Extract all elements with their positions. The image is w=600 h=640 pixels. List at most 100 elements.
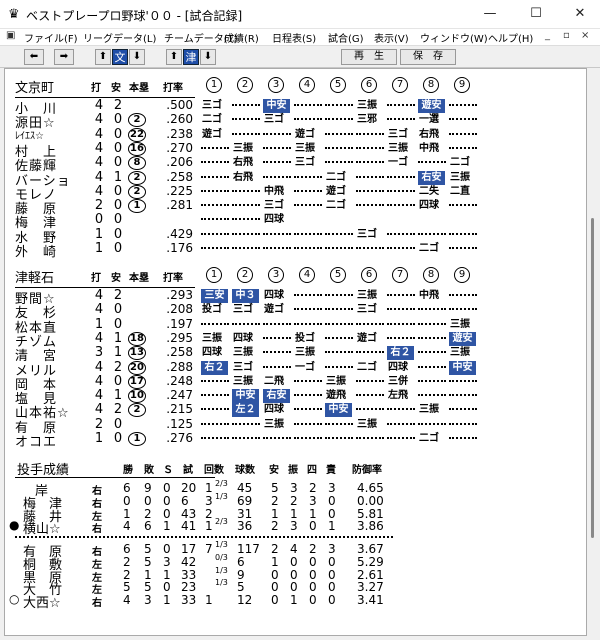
at-bat-result[interactable]: 四球 xyxy=(232,332,260,346)
prev-game-icon[interactable]: ⬅ xyxy=(24,49,44,65)
at-bat-result[interactable]: 三振 xyxy=(387,142,415,156)
at-bat-result[interactable]: 四球 xyxy=(263,403,291,417)
at-bat-result[interactable]: 右安 xyxy=(418,170,445,185)
mdi-minimize-button[interactable]: _ xyxy=(545,30,550,41)
at-bat-result[interactable]: 三振 xyxy=(294,142,322,156)
pitcher-name[interactable]: 大西☆ xyxy=(23,592,61,611)
at-bat-result[interactable]: 三振 xyxy=(232,346,260,360)
at-bat-result[interactable]: 一ゴ xyxy=(387,156,415,170)
at-bat-result[interactable]: 三併 xyxy=(387,375,415,389)
at-bat-result[interactable]: 三邪 xyxy=(356,113,384,127)
at-bat-result[interactable]: 右２ xyxy=(201,360,228,375)
close-button[interactable]: ✕ xyxy=(560,4,600,24)
at-bat-result[interactable]: 投ゴ xyxy=(294,332,322,346)
at-bat-result[interactable]: 二ゴ xyxy=(325,199,353,213)
team2-up-icon[interactable]: ⬆ xyxy=(166,49,182,65)
at-bat-result[interactable]: 三ゴ xyxy=(232,303,260,317)
menu-view[interactable]: 表示(V) xyxy=(374,30,409,45)
mdi-close-button[interactable]: × xyxy=(581,30,589,41)
at-bat-result[interactable]: 投ゴ xyxy=(201,303,229,317)
at-bat-result[interactable]: 二ゴ xyxy=(418,432,446,446)
at-bat-result[interactable]: 遊ゴ xyxy=(325,185,353,199)
at-bat-result[interactable]: 一選 xyxy=(418,113,446,127)
at-bat-result[interactable]: 右飛 xyxy=(232,171,260,185)
next-game-icon[interactable]: ➡ xyxy=(54,49,74,65)
at-bat-result[interactable]: 二失 xyxy=(418,185,446,199)
at-bat-result[interactable]: 左飛 xyxy=(387,389,415,403)
team1-button[interactable]: 文 xyxy=(112,49,128,65)
at-bat-result[interactable]: 二ゴ xyxy=(449,156,477,170)
at-bat-result[interactable]: 三振 xyxy=(232,375,260,389)
at-bat-result[interactable]: 三振 xyxy=(263,418,291,432)
at-bat-result[interactable]: 二直 xyxy=(449,185,477,199)
menu-schedule[interactable]: 日程表(S) xyxy=(272,30,316,45)
at-bat-result[interactable]: 三振 xyxy=(232,142,260,156)
at-bat-result[interactable]: 遊安 xyxy=(418,99,445,113)
team1-up-icon[interactable]: ⬆ xyxy=(95,49,111,65)
menu-game[interactable]: 試合(G) xyxy=(328,30,364,45)
at-bat-result[interactable]: 中安 xyxy=(263,99,290,113)
at-bat-result[interactable]: 三振 xyxy=(356,418,384,432)
save-button[interactable]: 保 存 xyxy=(400,49,456,65)
scroll-thumb[interactable] xyxy=(591,218,594,538)
at-bat-result[interactable]: 四球 xyxy=(263,289,291,303)
menu-stats[interactable]: 成績(R) xyxy=(224,30,259,45)
play-button[interactable]: 再 生 xyxy=(341,49,397,65)
at-bat-result[interactable]: 二ゴ xyxy=(325,171,353,185)
at-bat-result[interactable]: 左２ xyxy=(232,403,259,418)
at-bat-result[interactable]: 四球 xyxy=(418,199,446,213)
at-bat-result[interactable]: 中飛 xyxy=(418,289,446,303)
at-bat-result[interactable]: 右２ xyxy=(387,346,414,361)
at-bat-result[interactable]: 二ゴ xyxy=(418,242,446,256)
at-bat-result[interactable]: 三安 xyxy=(201,289,228,303)
at-bat-result[interactable]: 三振 xyxy=(356,289,384,303)
at-bat-result[interactable]: 一ゴ xyxy=(294,361,322,375)
at-bat-result[interactable]: 三振 xyxy=(325,375,353,389)
team1-down-icon[interactable]: ⬇ xyxy=(129,49,145,65)
at-bat-result[interactable]: 中安 xyxy=(325,403,352,418)
at-bat-result[interactable]: 三ゴ xyxy=(263,113,291,127)
at-bat-result[interactable]: 中飛 xyxy=(418,142,446,156)
pitcher-name[interactable]: 横山☆ xyxy=(23,518,61,537)
at-bat-result[interactable]: 中安 xyxy=(449,360,476,375)
at-bat-result[interactable]: 二飛 xyxy=(263,375,291,389)
at-bat-result[interactable]: 四球 xyxy=(387,361,415,375)
at-bat-result[interactable]: 三ゴ xyxy=(263,199,291,213)
at-bat-result[interactable]: 中飛 xyxy=(263,185,291,199)
at-bat-result[interactable]: 遊ゴ xyxy=(356,332,384,346)
at-bat-result[interactable]: 中安 xyxy=(232,389,259,404)
at-bat-result[interactable]: 遊安 xyxy=(449,331,476,346)
at-bat-result[interactable]: 三ゴ xyxy=(356,303,384,317)
mdi-restore-button[interactable]: ▫ xyxy=(563,30,570,41)
at-bat-result[interactable]: 三振 xyxy=(449,171,477,185)
maximize-button[interactable]: ☐ xyxy=(516,4,556,24)
at-bat-result[interactable]: 中３ xyxy=(232,289,259,303)
at-bat-result[interactable]: 三ゴ xyxy=(387,128,415,142)
at-bat-result[interactable]: 三ゴ xyxy=(232,361,260,375)
at-bat-result[interactable]: 三振 xyxy=(449,318,477,332)
vertical-scrollbar[interactable] xyxy=(588,68,598,636)
at-bat-result[interactable]: 三振 xyxy=(449,346,477,360)
team2-down-icon[interactable]: ⬇ xyxy=(200,49,216,65)
at-bat-result[interactable]: 三ゴ xyxy=(294,156,322,170)
at-bat-result[interactable]: 三振 xyxy=(201,332,229,346)
team2-button[interactable]: 津 xyxy=(183,49,199,65)
at-bat-result[interactable]: 遊ゴ xyxy=(201,128,229,142)
at-bat-result[interactable]: 二ゴ xyxy=(356,361,384,375)
at-bat-result[interactable]: 三ゴ xyxy=(201,99,229,113)
minimize-button[interactable]: — xyxy=(470,4,510,24)
at-bat-result[interactable]: 二ゴ xyxy=(201,113,229,127)
at-bat-result[interactable]: 遊ゴ xyxy=(263,303,291,317)
menu-window[interactable]: ウィンドウ(W) xyxy=(420,30,488,45)
at-bat-result[interactable]: 四球 xyxy=(263,213,291,227)
at-bat-result[interactable]: 三振 xyxy=(294,346,322,360)
at-bat-result[interactable]: 三ゴ xyxy=(356,228,384,242)
at-bat-result[interactable]: 右安 xyxy=(263,389,290,404)
menu-league-data[interactable]: リーグデータ(L) xyxy=(83,30,156,45)
at-bat-result[interactable]: 遊ゴ xyxy=(294,128,322,142)
at-bat-result[interactable]: 三振 xyxy=(418,403,446,417)
at-bat-result[interactable]: 右飛 xyxy=(418,128,446,142)
at-bat-result[interactable]: 遊飛 xyxy=(325,389,353,403)
menu-help[interactable]: ヘルプ(H) xyxy=(488,30,533,45)
menu-file[interactable]: ファイル(F) xyxy=(24,30,78,45)
